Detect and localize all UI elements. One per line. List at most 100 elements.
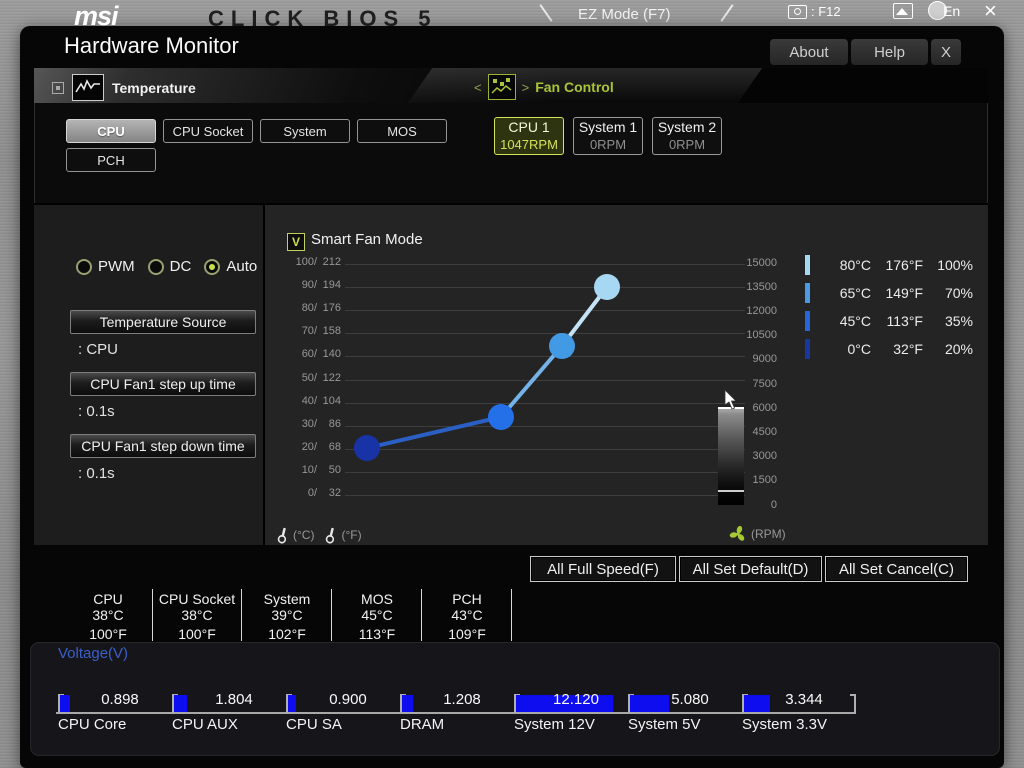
voltage-value: 3.344 [785, 691, 823, 708]
dialog-title: Hardware Monitor [64, 33, 239, 58]
status-temp-cpu: CPU 38°C 100°F [64, 591, 152, 642]
x-axis-units: (°C) (°F) [277, 526, 362, 544]
temp-tab-cpu[interactable]: CPU [66, 119, 156, 143]
decor-slash-right [720, 4, 734, 22]
fan-name: CPU 1 [508, 119, 550, 135]
msi-logo: msi [74, 1, 119, 31]
fan-name: System 1 [578, 119, 638, 135]
legend-color-bar [805, 283, 810, 303]
legend-percent: 100% [937, 257, 973, 273]
temperature-graph-icon [72, 74, 104, 101]
decor-slash-left [539, 4, 553, 22]
temp-tab-pch[interactable]: PCH [66, 148, 156, 172]
close-button[interactable]: X [931, 39, 961, 65]
fan-tab-cpu-1[interactable]: CPU 1 1047RPM [494, 117, 564, 155]
status-temp-mos: MOS 45°C 113°F [333, 591, 421, 642]
curve-point-65c[interactable] [549, 333, 575, 359]
mode-pwm[interactable]: PWM [76, 258, 135, 275]
temp-tab-cpu-socket[interactable]: CPU Socket [163, 119, 253, 143]
fan-rpm: 0RPM [589, 137, 627, 152]
voltage-value: 5.080 [671, 691, 709, 708]
mode-label: Auto [226, 258, 258, 275]
legend-row: 65°C 149°F 70% [805, 283, 973, 303]
status-name: CPU [93, 591, 123, 607]
status-temp-pch: PCH 43°C 109°F [423, 591, 511, 642]
fan-control-header: < > Fan Control [474, 74, 614, 100]
mode-dc[interactable]: DC [147, 258, 192, 275]
status-separator [331, 589, 332, 641]
legend-temp-c: 45°C [839, 313, 871, 329]
left-tick: 80/176 [301, 302, 341, 315]
fan-tab-system-2[interactable]: System 2 0RPM [652, 117, 722, 155]
help-button[interactable]: Help [851, 39, 928, 65]
panel-divider-vertical [263, 205, 265, 545]
mode-label: DC [169, 258, 192, 275]
legend-temp-c: 80°C [839, 257, 871, 273]
fan-curve [354, 274, 620, 461]
fan-setting-fields: Temperature Source : CPU CPU Fan1 step up … [70, 310, 256, 496]
radio-auto[interactable] [204, 258, 221, 275]
field-temperature-source[interactable]: Temperature Source [70, 310, 256, 334]
voltage-value: 1.208 [443, 691, 481, 708]
radio-pwm[interactable] [76, 258, 92, 275]
smart-fan-checkbox[interactable]: V [287, 233, 305, 251]
voltage-rail-name: System 12V [514, 716, 595, 733]
fan-mode-radios: PWM DC Auto [76, 258, 257, 275]
legend-color-bar [805, 255, 810, 275]
ez-mode-button[interactable]: EZ Mode (F7) [578, 6, 671, 23]
status-fahrenheit: 109°F [448, 626, 486, 642]
status-fahrenheit: 100°F [89, 626, 127, 642]
legend-row: 0°C 32°F 20% [805, 339, 973, 359]
voltage-rail-name: CPU Core [58, 716, 127, 733]
legend-temp-c: 0°C [847, 341, 872, 357]
status-separator [511, 589, 512, 641]
status-celsius: 38°C [181, 607, 213, 623]
curve-point-80c[interactable] [594, 274, 620, 300]
language-toggle[interactable]: En [928, 1, 960, 20]
temp-tab-mos[interactable]: MOS [357, 119, 447, 143]
fan-rpm: 1047RPM [500, 137, 558, 152]
left-tick: 30/86 [301, 417, 341, 430]
left-tick: 50/122 [301, 371, 341, 384]
voltage-value: 0.900 [329, 691, 367, 708]
status-celsius: 43°C [451, 607, 483, 623]
status-separator [421, 589, 422, 641]
voltage-value: 12.120 [553, 691, 599, 708]
voltage-bar-cpu-core [60, 695, 70, 712]
field-cpu-fan1-step-up-time[interactable]: CPU Fan1 step up time [70, 372, 256, 396]
temperature-tabs: CPU CPU Socket System MOS PCH [66, 119, 464, 172]
action-all-full-speed-f-[interactable]: All Full Speed(F) [530, 556, 676, 582]
radio-dc[interactable] [147, 258, 164, 275]
fan-tab-system-1[interactable]: System 1 0RPM [573, 117, 643, 155]
left-tick: 20/68 [301, 440, 341, 453]
left-tick: 70/158 [301, 325, 341, 338]
curve-point-0c[interactable] [354, 435, 380, 461]
field-value: : CPU [78, 341, 119, 358]
topbar-close-icon[interactable]: × [984, 0, 997, 24]
status-name: CPU Socket [158, 591, 236, 607]
legend-percent: 35% [944, 313, 973, 329]
legend-temp-f: 32°F [893, 341, 923, 357]
voltage-title: Voltage(V) [58, 645, 129, 662]
about-button[interactable]: About [770, 39, 848, 65]
image-icon[interactable] [893, 3, 913, 19]
action-all-set-cancel-c-[interactable]: All Set Cancel(C) [825, 556, 968, 582]
panel-divider-horizontal [34, 203, 988, 205]
collapse-box-icon[interactable] [52, 81, 64, 94]
voltage-rail-name: CPU SA [286, 716, 342, 733]
temperature-header: Temperature [52, 74, 196, 101]
curve-point-45c[interactable] [488, 404, 514, 430]
field-cpu-fan1-step-down-time[interactable]: CPU Fan1 step down time [70, 434, 256, 458]
fan-rpm: 0RPM [668, 137, 706, 152]
legend-temp-f: 113°F [886, 313, 923, 329]
fan-prev-icon[interactable]: < [474, 80, 482, 95]
action-all-set-default-d-[interactable]: All Set Default(D) [679, 556, 822, 582]
temp-tab-system[interactable]: System [260, 119, 350, 143]
fan-next-icon[interactable]: > [522, 80, 530, 95]
left-tick: 40/104 [301, 394, 341, 407]
voltage-rail-name: CPU AUX [172, 716, 238, 733]
smart-fan-label: Smart Fan Mode [311, 231, 423, 248]
mode-auto[interactable]: Auto [204, 258, 257, 275]
fan-control-chart-icon [487, 74, 516, 100]
legend-percent: 20% [944, 341, 973, 357]
